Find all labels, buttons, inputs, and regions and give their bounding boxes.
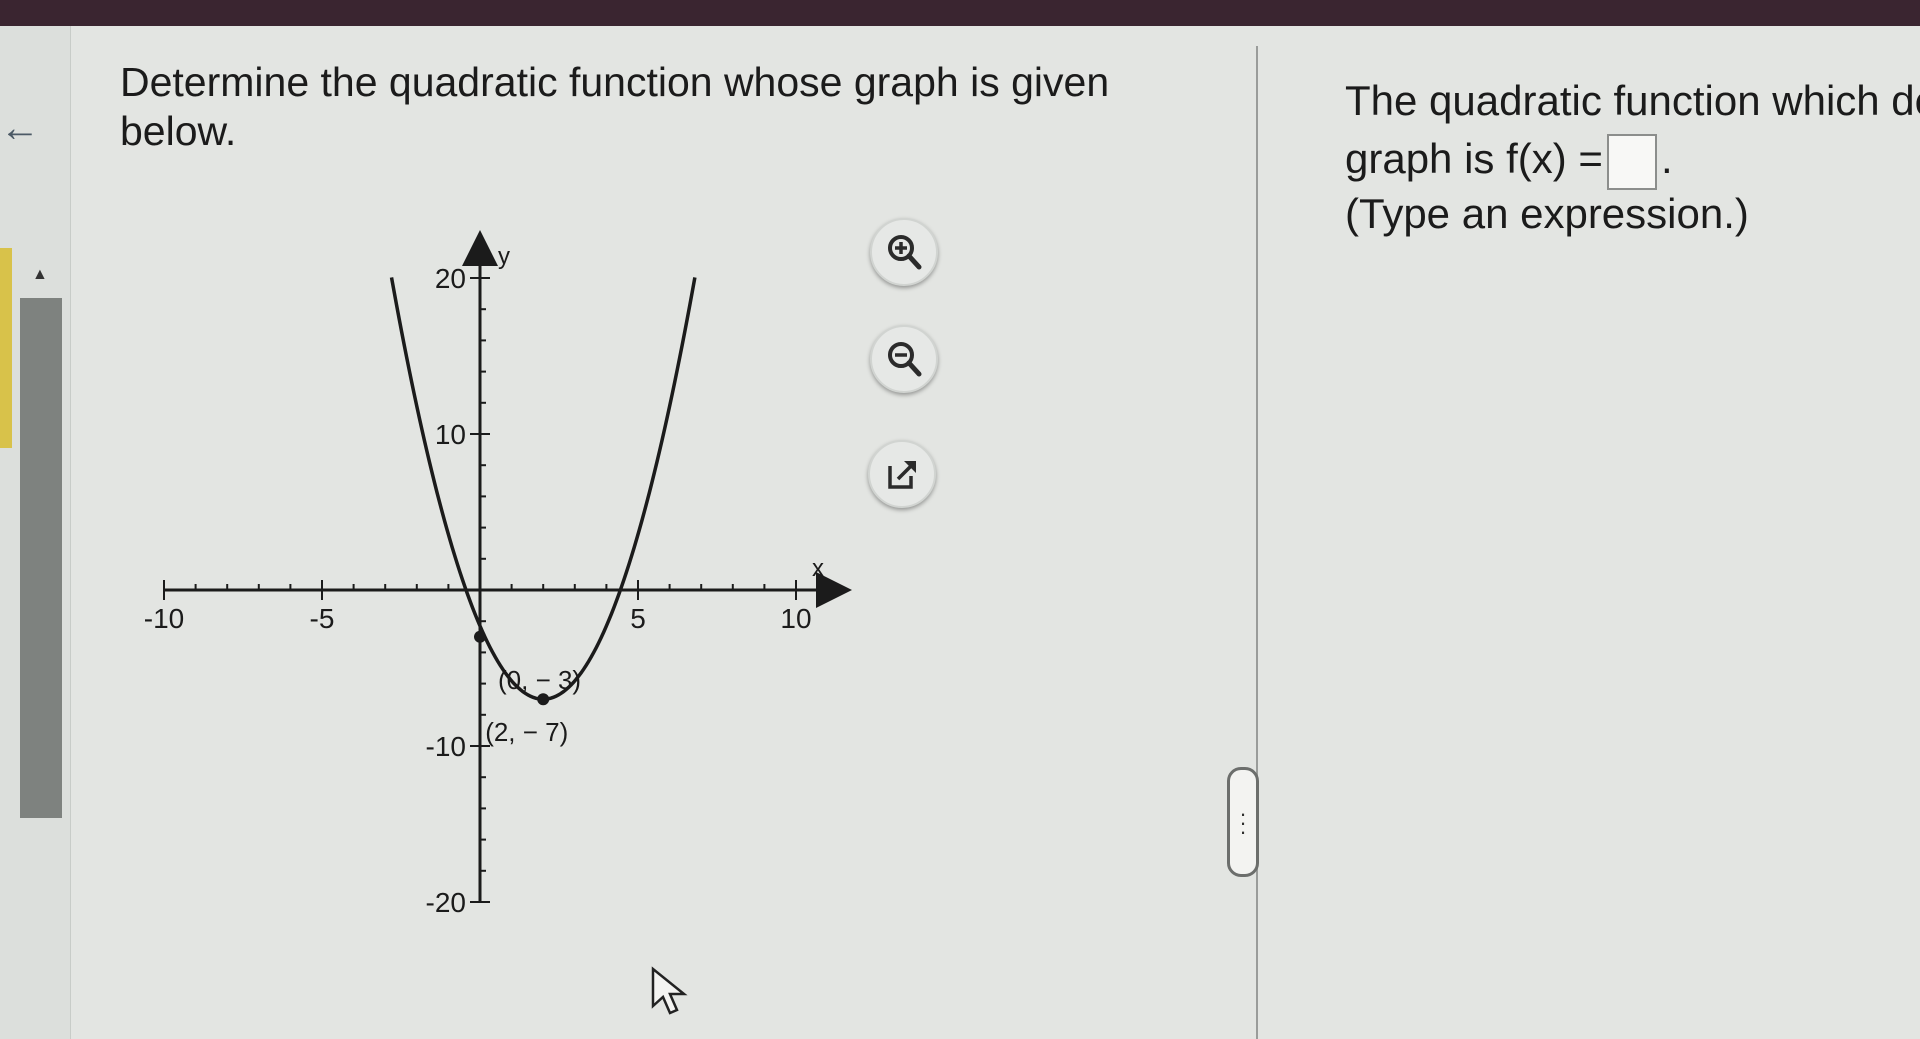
instruction-text: (Type an expression.): [1345, 190, 1749, 237]
zoom-in-icon: [888, 235, 922, 270]
y-axis-label: y: [498, 243, 510, 270]
zoom-out-icon: [888, 342, 922, 377]
point-label: (2, − 7): [485, 717, 568, 747]
parabola-curve: [389, 277, 697, 701]
y-tick-label: 10: [435, 419, 466, 450]
y-tick-label: 20: [435, 263, 466, 294]
x-tick-label: -5: [310, 603, 335, 634]
rail-accent-bar: [0, 248, 12, 448]
y-tick-label: -10: [426, 731, 466, 762]
popout-icon: [888, 461, 916, 489]
answer-input[interactable]: [1606, 133, 1657, 190]
scrollbar-track[interactable]: [20, 298, 62, 818]
point-marker: [537, 693, 550, 706]
popout-button[interactable]: [868, 440, 936, 508]
point-marker: [474, 630, 486, 643]
x-tick-label: 10: [780, 603, 811, 634]
parabola-graph: x y -10 -5 5 10 20 10 -10 -20 (0, − 3) (2, − 7): [144, 230, 852, 918]
left-rail: ← ▲: [0, 26, 71, 1039]
back-arrow-icon[interactable]: ←: [0, 106, 40, 151]
x-axis-label: x: [812, 555, 824, 582]
zoom-out-button[interactable]: [870, 325, 938, 393]
scroll-up-icon[interactable]: ▲: [32, 266, 48, 284]
answer-panel: The quadratic function which de graph is…: [1345, 72, 1920, 190]
point-label: (0, − 3): [498, 665, 581, 695]
question-text: Determine the quadratic function whose g…: [120, 59, 1110, 154]
mouse-cursor-icon: [651, 966, 688, 1015]
answer-prefix: graph is f(x) =: [1345, 135, 1603, 182]
answer-suffix: .: [1660, 135, 1673, 182]
zoom-in-button[interactable]: [870, 218, 938, 286]
answer-line-2: graph is f(x) =.: [1345, 130, 1920, 190]
x-tick-label: 5: [630, 603, 646, 634]
panel-divider: [1256, 46, 1258, 1039]
splitter-handle[interactable]: · · ·: [1227, 767, 1259, 877]
x-tick-label: -10: [144, 603, 184, 634]
y-tick-label: -20: [426, 887, 466, 918]
answer-line-1: The quadratic function which de: [1345, 77, 1920, 124]
top-bar: [0, 0, 1920, 26]
